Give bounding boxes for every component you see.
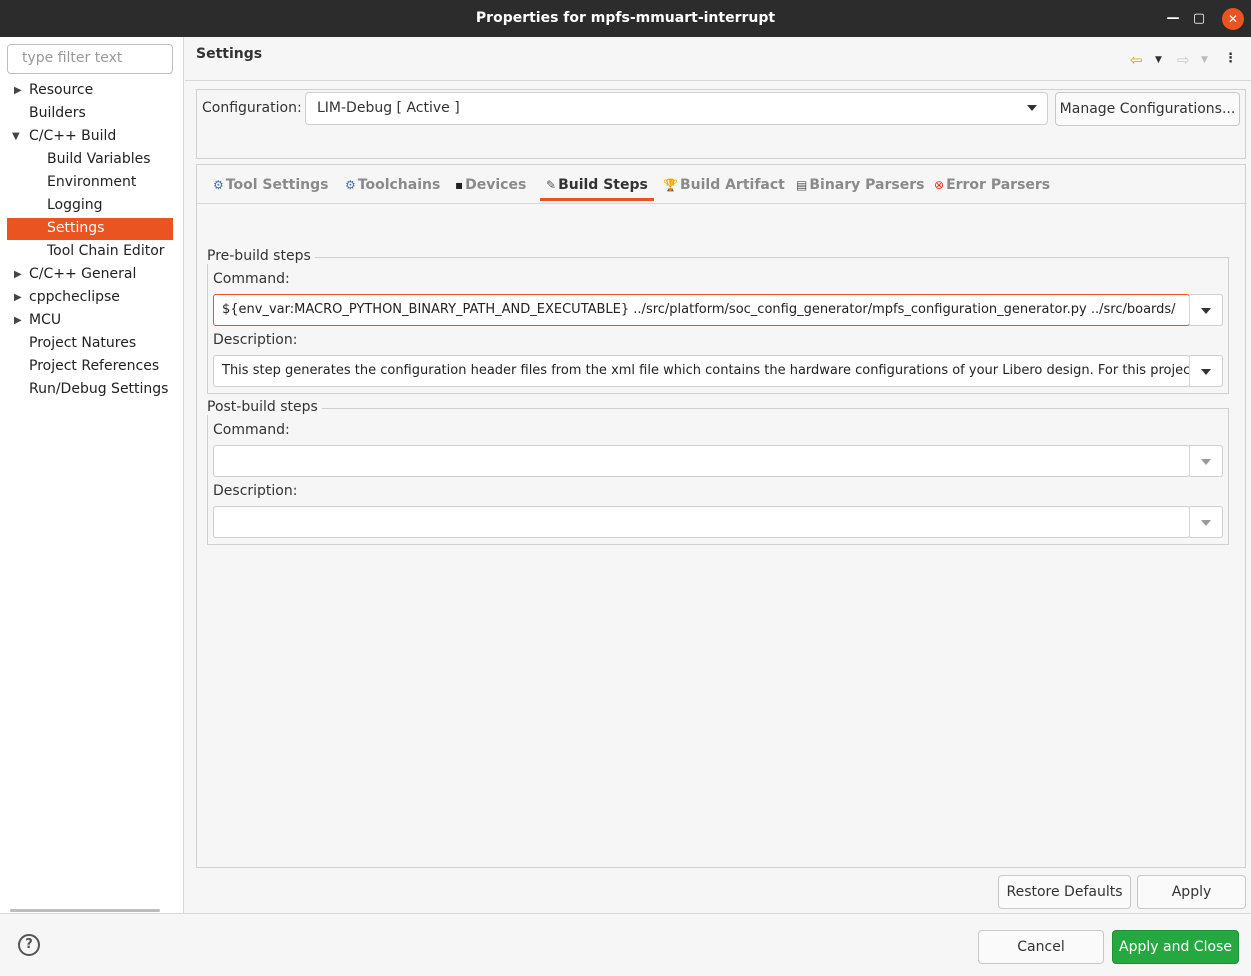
postbuild-title: Post-build steps (207, 399, 322, 415)
tree-item-mcu[interactable]: MCU (29, 309, 61, 332)
wrench-icon: ✎ (546, 178, 557, 192)
binary-file-icon: ▤ (796, 178, 808, 192)
postbuild-description-field[interactable] (213, 506, 1190, 538)
horizontal-scrollbar[interactable] (10, 909, 160, 912)
postbuild-command-field[interactable] (213, 445, 1190, 477)
prebuild-command-dropdown[interactable] (1189, 294, 1223, 326)
configuration-label: Configuration: (202, 100, 302, 116)
tree-item-build-variables[interactable]: Build Variables (47, 148, 151, 171)
collapse-arrow-icon[interactable]: ▼ (12, 125, 24, 148)
tab-label: Build Steps (558, 177, 648, 193)
postbuild-command-label: Command: (213, 422, 290, 438)
postbuild-command-dropdown[interactable] (1189, 445, 1223, 477)
title-bar: Properties for mpfs-mmuart-interrupt — ▢… (0, 0, 1251, 37)
postbuild-description-dropdown[interactable] (1189, 506, 1223, 538)
tab-error-parsers[interactable]: ⊗ Error Parsers (934, 175, 1050, 201)
tab-toolchains[interactable]: ⚙ Toolchains (345, 175, 440, 201)
main-panel: Settings ⇦ ▼ ⇨ ▼ ⋮ Configuration: LIM-De… (185, 37, 1251, 913)
tree-item-project-references[interactable]: Project References (29, 355, 159, 378)
prebuild-description-field[interactable]: This step generates the configuration he… (213, 355, 1190, 387)
forward-menu-chevron-icon[interactable]: ▼ (1201, 55, 1208, 65)
prebuild-title: Pre-build steps (207, 248, 315, 264)
restore-defaults-button[interactable]: Restore Defaults (998, 875, 1131, 909)
tab-build-artifact[interactable]: 🏆 Build Artifact (663, 175, 785, 201)
back-arrow-icon[interactable]: ⇦ (1130, 51, 1143, 69)
prebuild-description-dropdown[interactable] (1189, 355, 1223, 387)
dropdown-arrow-icon (1201, 520, 1211, 526)
prebuild-command-label: Command: (213, 271, 290, 287)
gear-icon: ⚙ (345, 178, 356, 192)
apply-button[interactable]: Apply (1137, 875, 1246, 909)
tree-item-tool-chain-editor[interactable]: Tool Chain Editor (47, 240, 165, 263)
error-icon: ⊗ (934, 178, 945, 192)
dropdown-arrow-icon (1201, 459, 1211, 465)
maximize-icon[interactable]: ▢ (1188, 8, 1210, 30)
header-separator (185, 80, 1251, 81)
dropdown-arrow-icon (1027, 105, 1037, 111)
close-icon[interactable]: ✕ (1222, 8, 1244, 30)
apply-and-close-button[interactable]: Apply and Close (1112, 930, 1239, 964)
tree-item-cppcheclipse[interactable]: cppcheclipse (29, 286, 120, 309)
sidebar: type filter text ▶ Resource Builders ▼ C… (0, 37, 184, 913)
gear-icon: ⚙ (213, 178, 224, 192)
tab-label: Toolchains (357, 177, 441, 193)
tab-label: Error Parsers (946, 177, 1051, 193)
page-title: Settings (196, 46, 263, 62)
tab-label: Binary Parsers (809, 177, 925, 193)
configuration-value: LIM-Debug [ Active ] (317, 100, 460, 116)
tree-item-cc-general[interactable]: C/C++ General (29, 263, 136, 286)
view-menu-icon[interactable]: ⋮ (1224, 51, 1237, 66)
help-icon[interactable]: ? (18, 934, 40, 956)
tree-item-logging[interactable]: Logging (47, 194, 103, 217)
expand-arrow-icon[interactable]: ▶ (14, 263, 26, 286)
forward-arrow-icon[interactable]: ⇨ (1177, 51, 1190, 69)
cancel-button[interactable]: Cancel (978, 930, 1104, 964)
expand-arrow-icon[interactable]: ▶ (14, 309, 26, 332)
tab-build-steps[interactable]: ✎ Build Steps (540, 175, 654, 201)
expand-arrow-icon[interactable]: ▶ (14, 79, 26, 102)
prebuild-description-label: Description: (213, 332, 298, 348)
tree-item-builders[interactable]: Builders (29, 102, 86, 125)
back-menu-chevron-icon[interactable]: ▼ (1155, 55, 1162, 65)
postbuild-description-label: Description: (213, 483, 298, 499)
tab-label: Build Artifact (679, 177, 785, 193)
tree-item-run-debug-settings[interactable]: Run/Debug Settings (29, 378, 168, 401)
dropdown-arrow-icon (1201, 369, 1211, 375)
minimize-icon[interactable]: — (1162, 8, 1184, 30)
tree-item-resource[interactable]: Resource (29, 79, 93, 102)
trophy-icon: 🏆 (663, 178, 678, 192)
tree-item-settings[interactable]: Settings (47, 217, 104, 240)
expand-arrow-icon[interactable]: ▶ (14, 286, 26, 309)
tree-item-project-natures[interactable]: Project Natures (29, 332, 136, 355)
manage-configurations-button[interactable]: Manage Configurations... (1055, 92, 1240, 126)
tree-item-cc-build[interactable]: C/C++ Build (29, 125, 116, 148)
tab-label: Tool Settings (225, 177, 329, 193)
dialog-button-bar: ? Cancel Apply and Close (0, 913, 1251, 976)
tab-folder: ⚙ Tool Settings ⚙ Toolchains ▪ Devices ✎ Bui… (196, 164, 1247, 868)
chip-icon: ▪ (455, 178, 464, 192)
tab-binary-parsers[interactable]: ▤ Binary Parsers (796, 175, 924, 201)
tree-item-environment[interactable]: Environment (47, 171, 136, 194)
dropdown-arrow-icon (1201, 308, 1211, 314)
window-title: Properties for mpfs-mmuart-interrupt (475, 10, 776, 26)
configuration-select[interactable]: LIM-Debug [ Active ] (305, 92, 1048, 125)
tab-tool-settings[interactable]: ⚙ Tool Settings (213, 175, 328, 201)
filter-input[interactable]: type filter text (7, 44, 173, 74)
tab-separator (197, 203, 1247, 204)
history-nav: ⇦ ▼ ⇨ ▼ ⋮ (1125, 51, 1245, 69)
tab-label: Devices (465, 177, 527, 193)
tab-devices[interactable]: ▪ Devices (455, 175, 526, 201)
prebuild-command-field[interactable]: ${env_var:MACRO_PYTHON_BINARY_PATH_AND_E… (213, 294, 1190, 326)
